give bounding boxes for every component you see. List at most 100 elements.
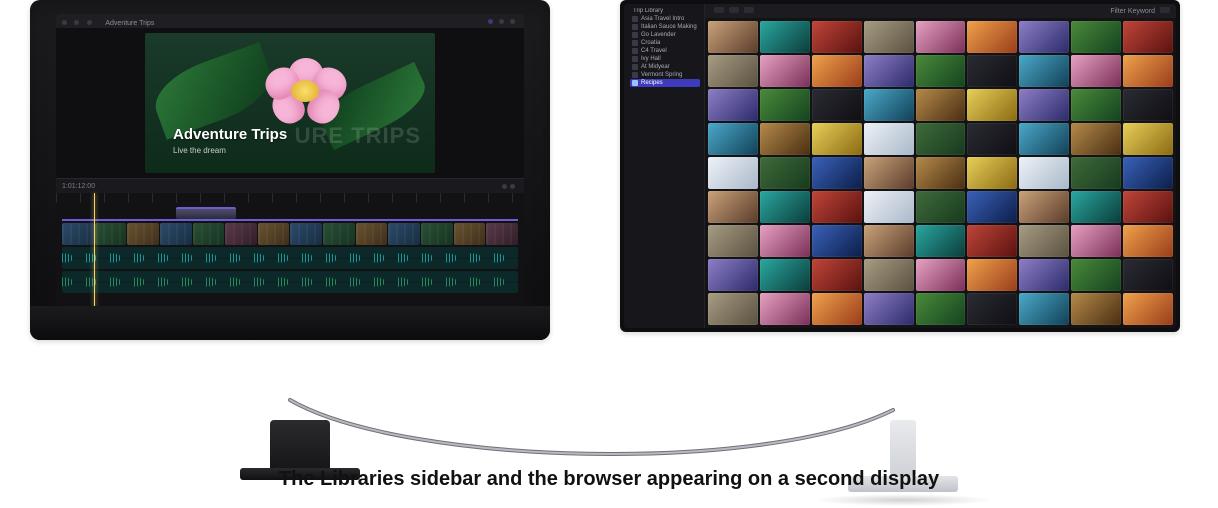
clip-thumbnail[interactable] [967,55,1017,87]
sidebar-item[interactable]: Asia Travel Intro [630,15,700,23]
clip-thumbnail[interactable] [864,157,914,189]
sidebar-item[interactable]: Vermont Spring [630,71,700,79]
clip-thumbnail[interactable] [708,89,758,121]
playhead[interactable] [94,193,95,306]
libraries-sidebar[interactable]: Trip Library Asia Travel IntroItalian Sa… [624,4,705,328]
clip-thumbnail[interactable] [760,293,810,325]
editor-toolbar[interactable]: Adventure Trips [56,14,524,28]
clip-thumbnail[interactable] [916,55,966,87]
audio-track[interactable] [62,247,518,269]
clip-thumbnail[interactable] [967,293,1017,325]
sidebar-item[interactable]: Recipes [630,79,700,87]
clip-thumbnail[interactable] [1123,123,1173,155]
clip-thumbnail[interactable] [967,225,1017,257]
clip-thumbnail[interactable] [916,157,966,189]
clip-thumbnail[interactable] [708,259,758,291]
music-track[interactable] [62,271,518,293]
clip-thumbnail[interactable] [1123,293,1173,325]
clip-thumbnail[interactable] [760,259,810,291]
search-icon[interactable] [1160,7,1170,13]
clip-thumbnail[interactable] [760,21,810,53]
clip-thumbnail[interactable] [708,293,758,325]
toolbar-button[interactable] [87,20,92,25]
clip-thumbnail[interactable] [967,191,1017,223]
library-title[interactable]: Trip Library [630,8,700,14]
clip-thumbnail[interactable] [812,55,862,87]
clip-thumbnail[interactable] [1019,55,1069,87]
sidebar-item[interactable]: At Midyear [630,63,700,71]
clip-thumbnail[interactable] [1019,123,1069,155]
clip-thumbnail[interactable] [760,123,810,155]
sidebar-item[interactable]: Ivy Hall [630,55,700,63]
clip-thumbnail[interactable] [916,293,966,325]
clip-thumbnail[interactable] [1071,293,1121,325]
clip-thumbnail[interactable] [967,157,1017,189]
clip-thumbnail[interactable] [1019,225,1069,257]
clip-thumbnail[interactable] [1123,157,1173,189]
toolbar-button[interactable] [510,19,515,24]
clip-thumbnail[interactable] [864,21,914,53]
clip-thumbnail[interactable] [1019,259,1069,291]
clip-thumbnail[interactable] [708,55,758,87]
search-field[interactable]: Filter Keyword [1110,8,1155,15]
thumbnail-grid[interactable] [705,18,1176,328]
clip-thumbnail[interactable] [760,55,810,87]
clip-thumbnail[interactable] [1071,89,1121,121]
clip-thumbnail[interactable] [967,259,1017,291]
clip-thumbnail[interactable] [1071,123,1121,155]
clip-thumbnail[interactable] [708,191,758,223]
share-icon[interactable] [488,19,493,24]
clip-thumbnail[interactable] [1019,21,1069,53]
clip-thumbnail[interactable] [812,123,862,155]
clip-thumbnail[interactable] [864,259,914,291]
clip-thumbnail[interactable] [1019,89,1069,121]
clip-thumbnail[interactable] [1019,293,1069,325]
clip-thumbnail[interactable] [708,123,758,155]
clip-thumbnail[interactable] [708,157,758,189]
clip-thumbnail[interactable] [812,191,862,223]
sidebar-item[interactable]: C4 Travel [630,47,700,55]
clip-thumbnail[interactable] [967,123,1017,155]
clip-filter-icon[interactable] [729,7,739,13]
clip-thumbnail[interactable] [1123,55,1173,87]
view-toggle-icon[interactable] [714,7,724,13]
toolbar-button[interactable] [74,20,79,25]
browser-toolbar[interactable]: Filter Keyword [705,4,1176,18]
sidebar-item[interactable]: Italian Sauce Making [630,23,700,31]
clip-thumbnail[interactable] [864,89,914,121]
connected-clip[interactable] [176,207,236,219]
clip-thumbnail[interactable] [708,21,758,53]
timeline-ruler[interactable] [56,193,524,203]
settings-icon[interactable] [510,184,515,189]
clip-thumbnail[interactable] [916,259,966,291]
clip-thumbnail[interactable] [864,191,914,223]
sidebar-item[interactable]: Go Lavender [630,31,700,39]
sidebar-item[interactable]: Croatia [630,39,700,47]
clip-thumbnail[interactable] [1071,21,1121,53]
clip-thumbnail[interactable] [864,55,914,87]
clip-thumbnail[interactable] [1019,157,1069,189]
primary-storyline[interactable] [62,223,518,245]
clip-thumbnail[interactable] [1071,225,1121,257]
clip-thumbnail[interactable] [1123,225,1173,257]
timeline[interactable] [56,193,524,306]
clip-thumbnail[interactable] [812,225,862,257]
toolbar-button[interactable] [499,19,504,24]
clip-thumbnail[interactable] [864,225,914,257]
clip-thumbnail[interactable] [1071,55,1121,87]
clip-thumbnail[interactable] [760,225,810,257]
clip-thumbnail[interactable] [812,157,862,189]
clip-thumbnail[interactable] [916,21,966,53]
clip-thumbnail[interactable] [760,157,810,189]
clip-thumbnail[interactable] [1123,89,1173,121]
clip-thumbnail[interactable] [916,89,966,121]
clip-thumbnail[interactable] [1071,157,1121,189]
clip-thumbnail[interactable] [967,89,1017,121]
clip-thumbnail[interactable] [864,293,914,325]
clip-thumbnail[interactable] [760,191,810,223]
clip-thumbnail[interactable] [760,89,810,121]
clip-thumbnail[interactable] [967,21,1017,53]
viewer[interactable]: Adventure Trips Live the dream URE TRIPS [56,28,524,178]
clip-thumbnail[interactable] [812,293,862,325]
timecode-bar[interactable]: 1:01:12:00 [56,178,524,193]
